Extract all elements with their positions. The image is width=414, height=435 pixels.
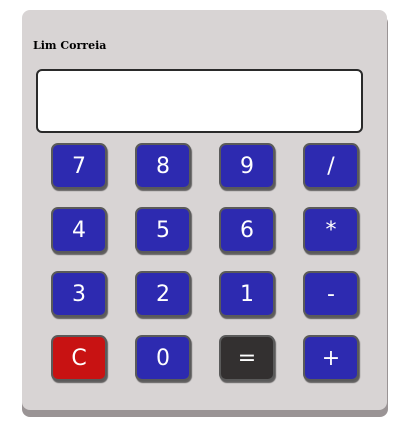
- key-0-button[interactable]: 0: [135, 335, 191, 381]
- key-9-button[interactable]: 9: [219, 143, 275, 189]
- clear-button[interactable]: C: [51, 335, 107, 381]
- divide-button[interactable]: /: [303, 143, 359, 189]
- multiply-button[interactable]: *: [303, 207, 359, 253]
- calculator-body: Lim Correia 7 8 9 / 4 5 6 * 3 2 1 - C 0 …: [22, 10, 387, 410]
- calculator-display: [36, 69, 363, 133]
- key-4-button[interactable]: 4: [51, 207, 107, 253]
- key-7-button[interactable]: 7: [51, 143, 107, 189]
- subtract-button[interactable]: -: [303, 271, 359, 317]
- equals-button[interactable]: =: [219, 335, 275, 381]
- key-8-button[interactable]: 8: [135, 143, 191, 189]
- key-6-button[interactable]: 6: [219, 207, 275, 253]
- key-1-button[interactable]: 1: [219, 271, 275, 317]
- add-button[interactable]: +: [303, 335, 359, 381]
- key-5-button[interactable]: 5: [135, 207, 191, 253]
- calculator-title: Lim Correia: [33, 39, 107, 52]
- key-3-button[interactable]: 3: [51, 271, 107, 317]
- key-2-button[interactable]: 2: [135, 271, 191, 317]
